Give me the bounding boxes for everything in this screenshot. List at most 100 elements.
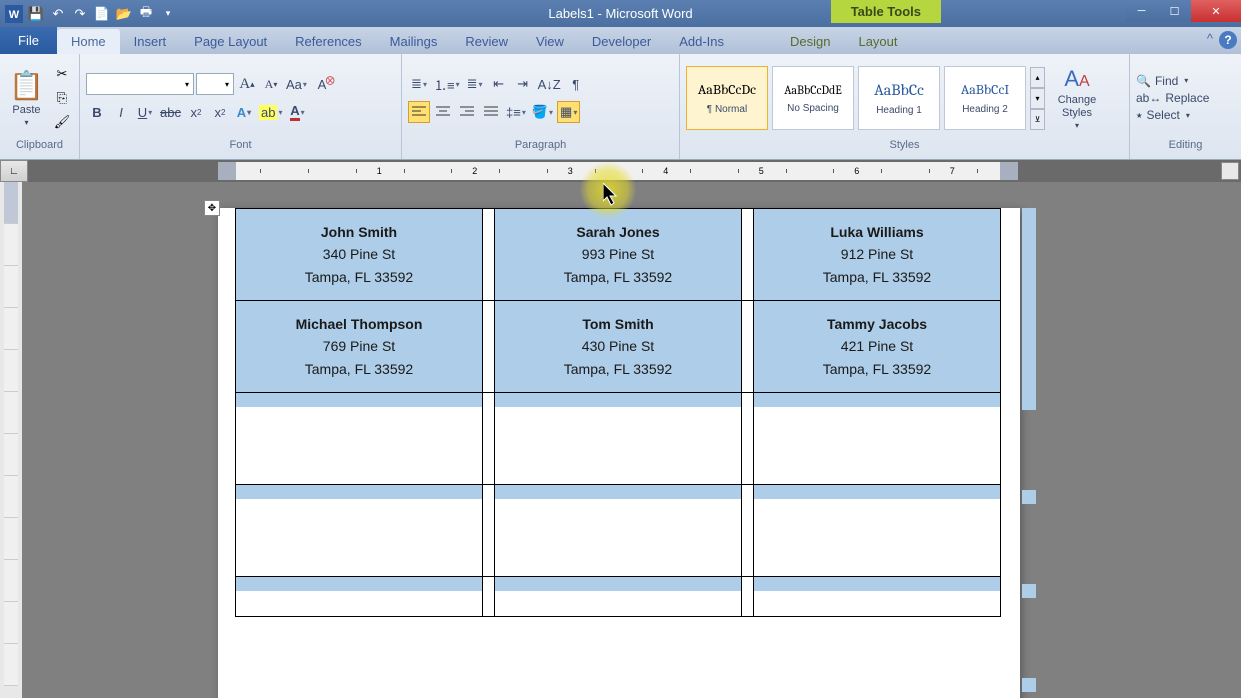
numbering-icon[interactable]: ⒈≡▾ — [432, 73, 462, 95]
text-effects-icon[interactable]: A▾ — [233, 101, 255, 123]
bold-icon[interactable]: B — [86, 101, 108, 123]
show-marks-icon[interactable]: ¶ — [565, 73, 587, 95]
undo-icon[interactable]: ↶ — [48, 4, 68, 24]
tab-mailings[interactable]: Mailings — [376, 29, 452, 54]
print-preview-icon[interactable]: 🖶 — [136, 4, 156, 24]
tab-references[interactable]: References — [281, 29, 375, 54]
label-cell[interactable] — [495, 393, 742, 485]
font-size-combo[interactable]: ▾ — [196, 73, 234, 95]
borders-icon[interactable]: ▦▾ — [557, 101, 580, 123]
horizontal-ruler[interactable]: 1 2 3 4 5 6 7 — [218, 162, 1018, 180]
format-painter-icon[interactable]: 🖌 — [51, 111, 73, 133]
label-spacer — [742, 485, 754, 577]
file-tab[interactable]: File — [0, 27, 57, 54]
tab-insert[interactable]: Insert — [120, 29, 181, 54]
label-cell[interactable]: Tom Smith 430 Pine St Tampa, FL 33592 — [495, 301, 742, 393]
label-spacer — [483, 209, 495, 301]
change-case-icon[interactable]: Aa▾ — [284, 73, 309, 95]
align-left-icon[interactable] — [408, 101, 430, 123]
label-cell[interactable]: Luka Williams 912 Pine St Tampa, FL 3359… — [754, 209, 1001, 301]
label-cell[interactable] — [754, 485, 1001, 577]
cut-icon[interactable]: ✂ — [51, 63, 73, 85]
decrease-indent-icon[interactable]: ⇤ — [488, 73, 510, 95]
tab-page-layout[interactable]: Page Layout — [180, 29, 281, 54]
vertical-ruler[interactable] — [0, 182, 22, 698]
label-cell[interactable]: Tammy Jacobs 421 Pine St Tampa, FL 33592 — [754, 301, 1001, 393]
horizontal-ruler-area: ∟ 1 2 3 4 5 6 7 — [0, 160, 1241, 182]
tab-developer[interactable]: Developer — [578, 29, 665, 54]
gallery-scroll-down[interactable]: ▾ — [1030, 88, 1045, 109]
label-cell[interactable] — [236, 485, 483, 577]
maximize-button[interactable]: ☐ — [1158, 0, 1191, 22]
find-button[interactable]: 🔍Find▾ — [1136, 74, 1209, 88]
minimize-button[interactable]: ─ — [1125, 0, 1158, 22]
page[interactable]: ✥ John Smith 340 Pine St Tampa, FL 33592… — [218, 208, 1020, 698]
change-styles-button[interactable]: AA Change Styles ▾ — [1049, 60, 1105, 136]
redo-icon[interactable]: ↷ — [70, 4, 90, 24]
multilevel-list-icon[interactable]: ≣▾ — [464, 73, 486, 95]
superscript-icon[interactable]: x2 — [209, 101, 231, 123]
align-right-icon[interactable] — [456, 101, 478, 123]
font-name-combo[interactable]: ▾ — [86, 73, 194, 95]
justify-icon[interactable] — [480, 101, 502, 123]
table-row: John Smith 340 Pine St Tampa, FL 33592 S… — [236, 209, 1001, 301]
label-cell[interactable] — [236, 577, 483, 617]
labels-table[interactable]: John Smith 340 Pine St Tampa, FL 33592 S… — [235, 208, 1001, 617]
strikethrough-icon[interactable]: abc — [158, 101, 183, 123]
view-ruler-toggle[interactable] — [1221, 162, 1239, 180]
tab-view[interactable]: View — [522, 29, 578, 54]
contextual-tab-label: Table Tools — [831, 0, 941, 23]
gallery-expand[interactable]: ⊻ — [1030, 109, 1045, 130]
label-cell[interactable] — [754, 393, 1001, 485]
tab-selector[interactable]: ∟ — [0, 160, 28, 182]
style-normal[interactable]: AaBbCcDc ¶ Normal — [686, 66, 768, 130]
shrink-font-icon[interactable]: A▾ — [260, 73, 282, 95]
minimize-ribbon-icon[interactable]: ^ — [1207, 31, 1213, 46]
label-cell[interactable] — [495, 485, 742, 577]
highlight-color-icon[interactable]: ab▾ — [257, 101, 284, 123]
bullets-icon[interactable]: ≣▾ — [408, 73, 430, 95]
style-heading-1[interactable]: AaBbCc Heading 1 — [858, 66, 940, 130]
label-cell[interactable] — [754, 577, 1001, 617]
label-cell[interactable] — [236, 393, 483, 485]
qat-customize-icon[interactable]: ▾ — [158, 4, 178, 24]
tab-home[interactable]: Home — [57, 29, 120, 54]
group-label-clipboard: Clipboard — [6, 139, 73, 159]
copy-icon[interactable]: ⎘ — [51, 87, 73, 109]
tab-add-ins[interactable]: Add-Ins — [665, 29, 738, 54]
style-heading-2[interactable]: AaBbCcI Heading 2 — [944, 66, 1026, 130]
style-no-spacing[interactable]: AaBbCcDdE No Spacing — [772, 66, 854, 130]
label-cell[interactable]: Michael Thompson 769 Pine St Tampa, FL 3… — [236, 301, 483, 393]
grow-font-icon[interactable]: A▴ — [236, 73, 258, 95]
shading-icon[interactable]: 🪣▾ — [530, 101, 555, 123]
clear-formatting-icon[interactable]: A⨂ — [311, 73, 333, 95]
label-cell[interactable] — [495, 577, 742, 617]
group-editing: 🔍Find▾ ab↔Replace ⭑Select▾ Editing — [1130, 54, 1241, 159]
table-move-handle[interactable]: ✥ — [204, 200, 220, 216]
italic-icon[interactable]: I — [110, 101, 132, 123]
font-color-icon[interactable]: A▾ — [286, 101, 308, 123]
open-icon[interactable]: 📂 — [114, 4, 134, 24]
close-button[interactable]: ✕ — [1191, 0, 1241, 22]
label-cell[interactable]: John Smith 340 Pine St Tampa, FL 33592 — [236, 209, 483, 301]
label-cell[interactable]: Sarah Jones 993 Pine St Tampa, FL 33592 — [495, 209, 742, 301]
save-icon[interactable]: 💾 — [26, 4, 46, 24]
tab-review[interactable]: Review — [451, 29, 522, 54]
tab-design[interactable]: Design — [776, 29, 844, 54]
subscript-icon[interactable]: x2 — [185, 101, 207, 123]
increase-indent-icon[interactable]: ⇥ — [512, 73, 534, 95]
help-icon[interactable]: ? — [1219, 31, 1237, 49]
align-center-icon[interactable] — [432, 101, 454, 123]
underline-icon[interactable]: U▾ — [134, 101, 156, 123]
line-spacing-icon[interactable]: ‡≡▾ — [504, 101, 528, 123]
group-clipboard: 📋 Paste ▾ ✂ ⎘ 🖌 Clipboard — [0, 54, 80, 159]
sort-icon[interactable]: A↓Z — [536, 73, 563, 95]
paste-button[interactable]: 📋 Paste ▾ — [6, 60, 47, 136]
replace-button[interactable]: ab↔Replace — [1136, 91, 1209, 105]
label-spacer — [742, 301, 754, 393]
select-button[interactable]: ⭑Select▾ — [1136, 108, 1209, 123]
quick-access-toolbar: W 💾 ↶ ↷ 📄 📂 🖶 ▾ — [0, 4, 178, 24]
gallery-scroll-up[interactable]: ▴ — [1030, 67, 1045, 88]
tab-layout[interactable]: Layout — [844, 29, 911, 54]
new-icon[interactable]: 📄 — [92, 4, 112, 24]
